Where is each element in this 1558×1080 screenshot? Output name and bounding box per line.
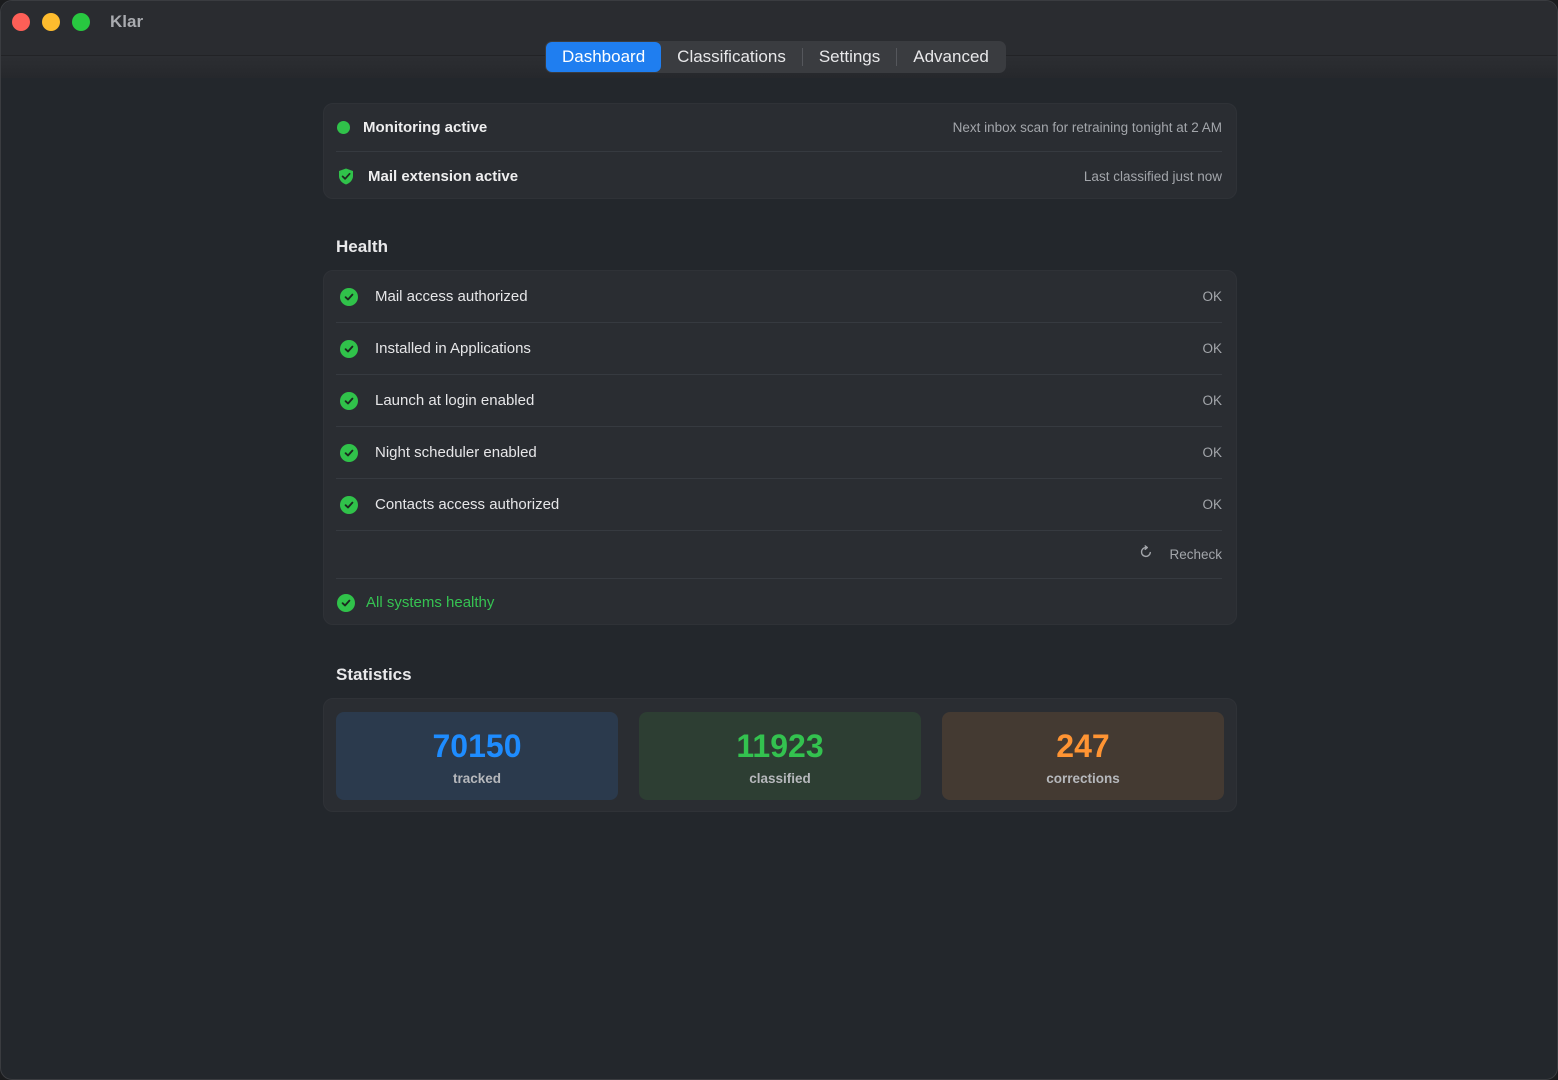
checkmark-circle-icon (340, 495, 358, 514)
refresh-icon (1139, 545, 1153, 564)
last-classified-text: Last classified just now (1083, 168, 1222, 184)
maximize-window-button[interactable] (72, 13, 90, 31)
stat-tracked: 70150 tracked (336, 712, 618, 800)
tab-settings[interactable]: Settings (803, 42, 896, 72)
health-row-mail-access: Mail access authorized OK (336, 271, 1222, 323)
extension-label: Mail extension active (368, 167, 519, 185)
health-item-status: OK (1202, 393, 1222, 408)
monitoring-label: Monitoring active (363, 119, 488, 136)
extension-status-row: Mail extension active Last classified ju… (336, 152, 1222, 200)
tab-dashboard[interactable]: Dashboard (546, 42, 662, 72)
health-card: Mail access authorized OK Installed in A… (323, 270, 1237, 625)
statistics-card: 70150 tracked 11923 classified 247 corre… (323, 698, 1237, 812)
statistics-heading: Statistics (336, 665, 412, 684)
stat-value: 11923 (736, 728, 824, 764)
recheck-row: Recheck (336, 531, 1222, 579)
shield-check-icon (338, 168, 354, 185)
recheck-button[interactable]: Recheck (1139, 545, 1222, 564)
health-row-installed: Installed in Applications OK (336, 323, 1222, 375)
health-summary-row: All systems healthy (336, 579, 1222, 626)
checkmark-circle-icon (340, 443, 358, 462)
health-row-contacts-access: Contacts access authorized OK (336, 479, 1222, 531)
health-item-status: OK (1202, 445, 1222, 460)
checkmark-circle-icon (337, 593, 355, 612)
health-item-label: Installed in Applications (375, 340, 531, 357)
stat-caption: tracked (452, 771, 502, 786)
tab-bar: Dashboard Classifications Settings Advan… (545, 41, 1006, 73)
health-item-label: Contacts access authorized (375, 496, 560, 513)
app-window: Klar Dashboard Classifications Settings … (0, 0, 1558, 1080)
checkmark-circle-icon (340, 339, 358, 358)
stat-value: 70150 (432, 728, 522, 764)
dashboard-content: Monitoring active Next inbox scan for re… (323, 103, 1237, 812)
stat-value: 247 (1056, 728, 1110, 764)
stat-corrections: 247 corrections (942, 712, 1224, 800)
health-row-night-scheduler: Night scheduler enabled OK (336, 427, 1222, 479)
checkmark-circle-icon (340, 287, 358, 306)
status-card: Monitoring active Next inbox scan for re… (323, 103, 1237, 199)
checkmark-circle-icon (340, 391, 358, 410)
health-item-label: Mail access authorized (375, 288, 528, 305)
health-item-status: OK (1202, 497, 1222, 512)
health-item-label: Night scheduler enabled (375, 444, 537, 461)
tab-advanced[interactable]: Advanced (897, 42, 1005, 72)
status-dot-icon (337, 121, 350, 134)
health-item-label: Launch at login enabled (375, 392, 535, 409)
minimize-window-button[interactable] (42, 13, 60, 31)
window-title: Klar (110, 12, 144, 31)
tab-classifications[interactable]: Classifications (661, 42, 802, 72)
close-window-button[interactable] (12, 13, 30, 31)
health-heading: Health (336, 237, 388, 256)
health-summary-text: All systems healthy (366, 594, 495, 611)
health-item-status: OK (1202, 341, 1222, 356)
stat-classified: 11923 classified (639, 712, 921, 800)
next-scan-text: Next inbox scan for retraining tonight a… (952, 120, 1222, 135)
stat-caption: corrections (1046, 771, 1120, 786)
health-row-launch-at-login: Launch at login enabled OK (336, 375, 1222, 427)
recheck-label: Recheck (1169, 547, 1222, 562)
stat-caption: classified (749, 771, 811, 786)
monitoring-status-row: Monitoring active Next inbox scan for re… (336, 104, 1222, 152)
health-item-status: OK (1202, 289, 1222, 304)
